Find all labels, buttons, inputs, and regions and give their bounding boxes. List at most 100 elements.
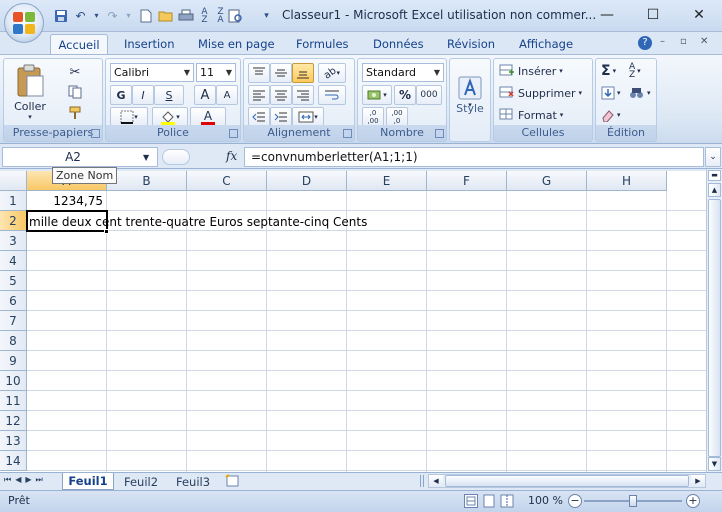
- sheet-tab-feuil2[interactable]: Feuil2: [114, 473, 168, 490]
- insert-cells-button[interactable]: Insérer ▾: [498, 62, 564, 80]
- insert-function-icon[interactable]: fx: [226, 149, 237, 163]
- undo-dropdown-icon[interactable]: ▾: [88, 7, 105, 24]
- page-break-icon[interactable]: [500, 494, 514, 508]
- sheet-tab-feuil3[interactable]: Feuil3: [168, 473, 218, 490]
- increase-indent-icon[interactable]: [270, 107, 292, 127]
- grow-font-button[interactable]: A: [194, 85, 216, 105]
- column-header-h[interactable]: H: [587, 171, 667, 191]
- row-header-10[interactable]: 10: [0, 371, 27, 391]
- horizontal-scrollbar[interactable]: ◀ ▶: [428, 474, 706, 488]
- normal-view-icon[interactable]: [464, 494, 478, 508]
- row-header-5[interactable]: 5: [0, 271, 27, 291]
- column-header-d[interactable]: D: [267, 171, 347, 191]
- sheet-tab-feuil1[interactable]: Feuil1: [62, 473, 114, 490]
- wrap-text-icon[interactable]: [318, 85, 346, 105]
- ribbon-restore-icon[interactable]: ▫: [680, 36, 687, 47]
- help-icon[interactable]: ?: [638, 36, 652, 50]
- number-format-select[interactable]: Standard ▼: [362, 63, 444, 82]
- orientation-icon[interactable]: ab ▾: [318, 63, 346, 83]
- row-header-14[interactable]: 14: [0, 451, 27, 471]
- underline-button[interactable]: S: [154, 85, 184, 105]
- save-icon[interactable]: [52, 7, 69, 24]
- undo-icon[interactable]: ↶: [72, 7, 89, 24]
- align-middle-icon[interactable]: [270, 63, 292, 83]
- page-layout-icon[interactable]: [482, 494, 496, 508]
- horizontal-scroll-thumb[interactable]: [445, 475, 689, 487]
- format-cells-button[interactable]: Format ▾: [498, 106, 564, 124]
- office-button[interactable]: [4, 3, 44, 43]
- format-painter-icon[interactable]: [64, 104, 86, 122]
- font-color-button[interactable]: A: [190, 107, 226, 127]
- row-header-7[interactable]: 7: [0, 311, 27, 331]
- insert-sheet-icon[interactable]: [224, 474, 244, 488]
- decrease-indent-icon[interactable]: [248, 107, 270, 127]
- borders-button[interactable]: ▾: [110, 107, 148, 127]
- number-launcher-icon[interactable]: [435, 129, 444, 138]
- align-top-icon[interactable]: [248, 63, 270, 83]
- clear-button[interactable]: ▾: [600, 106, 622, 124]
- font-launcher-icon[interactable]: [229, 129, 238, 138]
- chevron-down-icon[interactable]: ▼: [143, 153, 157, 162]
- row-header-8[interactable]: 8: [0, 331, 27, 351]
- tab-donnees[interactable]: Données: [367, 34, 430, 54]
- tab-accueil[interactable]: Accueil: [50, 34, 108, 54]
- decrease-decimal-button[interactable]: ,00 ,0: [386, 107, 408, 127]
- autosum-button[interactable]: Σ ▾: [600, 62, 617, 80]
- sort-filter-button[interactable]: A Z ▾: [628, 62, 642, 80]
- row-header-11[interactable]: 11: [0, 391, 27, 411]
- row-header-3[interactable]: 3: [0, 231, 27, 251]
- bold-button[interactable]: G: [110, 85, 132, 105]
- thousands-button[interactable]: 000: [416, 85, 442, 105]
- redo-icon[interactable]: ↷: [104, 7, 121, 24]
- name-box[interactable]: A2 ▼: [2, 147, 158, 167]
- close-button[interactable]: ✕: [676, 0, 722, 30]
- tab-revision[interactable]: Révision: [441, 34, 501, 54]
- paste-button[interactable]: Coller ▾: [8, 61, 52, 123]
- expand-formula-icon[interactable]: ⌄: [705, 147, 721, 167]
- tab-affichage[interactable]: Affichage: [513, 34, 579, 54]
- delete-cells-button[interactable]: Supprimer ▾: [498, 84, 583, 102]
- currency-icon[interactable]: ▾: [362, 85, 392, 105]
- font-size-select[interactable]: 11 ▼: [196, 63, 236, 82]
- scroll-up-icon[interactable]: ▲: [708, 183, 721, 197]
- split-box[interactable]: ▬: [708, 170, 721, 181]
- open-icon[interactable]: [157, 7, 174, 24]
- copy-icon[interactable]: [64, 83, 86, 101]
- align-right-icon[interactable]: [292, 85, 314, 105]
- font-name-select[interactable]: Calibri ▼: [110, 63, 194, 82]
- vertical-scrollbar[interactable]: ▬ ▲ ▼: [706, 169, 722, 472]
- tab-mise-en-page[interactable]: Mise en page: [192, 34, 281, 54]
- scroll-left-icon[interactable]: ◀: [429, 475, 443, 487]
- sheet-nav-icons[interactable]: ⏮◀▶⏭: [4, 475, 47, 485]
- minimize-button[interactable]: —: [584, 0, 630, 30]
- zoom-in-icon[interactable]: +: [686, 494, 700, 508]
- merge-center-icon[interactable]: ▾: [292, 107, 324, 127]
- zoom-level[interactable]: 100 %: [528, 494, 563, 507]
- tab-insertion[interactable]: Insertion: [118, 34, 181, 54]
- row-header-6[interactable]: 6: [0, 291, 27, 311]
- italic-button[interactable]: I: [132, 85, 154, 105]
- tab-formules[interactable]: Formules: [290, 34, 355, 54]
- column-header-b[interactable]: B: [107, 171, 187, 191]
- align-left-icon[interactable]: [248, 85, 270, 105]
- align-bottom-icon[interactable]: [292, 63, 314, 83]
- print-preview-icon[interactable]: [227, 7, 244, 24]
- shrink-font-button[interactable]: A: [216, 85, 238, 105]
- column-header-g[interactable]: G: [507, 171, 587, 191]
- column-header-c[interactable]: C: [187, 171, 267, 191]
- increase-decimal-button[interactable]: ,0 ,00: [362, 107, 384, 127]
- scroll-right-icon[interactable]: ▶: [691, 475, 705, 487]
- fill-color-button[interactable]: ▾: [152, 107, 188, 127]
- row-header-4[interactable]: 4: [0, 251, 27, 271]
- ribbon-minimize-icon[interactable]: –: [660, 36, 665, 47]
- alignment-launcher-icon[interactable]: [343, 129, 352, 138]
- row-header-1[interactable]: 1: [0, 191, 27, 211]
- cell-a2[interactable]: mille deux cent trente-quatre Euros sept…: [29, 212, 367, 232]
- formula-input[interactable]: =convnumberletter(A1;1;1): [244, 147, 704, 167]
- maximize-button[interactable]: ☐: [630, 0, 676, 30]
- row-header-12[interactable]: 12: [0, 411, 27, 431]
- column-header-f[interactable]: F: [427, 171, 507, 191]
- formula-bar-grip-icon[interactable]: [162, 149, 190, 165]
- fill-handle[interactable]: [104, 229, 109, 234]
- cut-icon[interactable]: ✂: [64, 63, 86, 81]
